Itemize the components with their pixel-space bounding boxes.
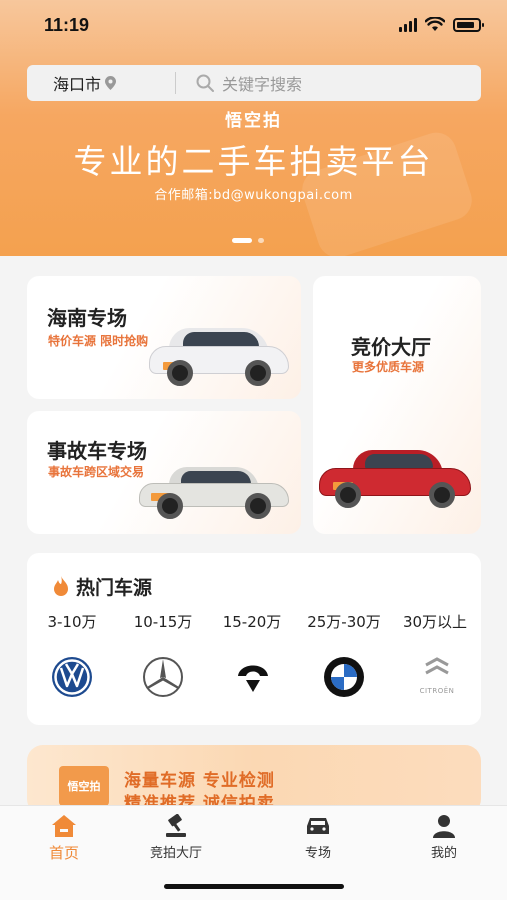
tab-home-label: 首页: [48, 844, 79, 862]
bmw-logo[interactable]: [323, 656, 365, 698]
home-icon: [52, 815, 76, 837]
red-sedan-image: [319, 448, 471, 508]
accident-subtitle: 事故车跨区域交易: [48, 465, 145, 479]
promo-logo: 悟空拍: [59, 766, 109, 806]
tab-special-label: 专场: [304, 846, 331, 861]
status-icons: [399, 17, 484, 32]
silver-sedan-image: [139, 463, 289, 519]
banner-title: 专业的二手车拍卖平台: [73, 142, 434, 181]
hot-cars-title: 热门车源: [76, 577, 153, 599]
tab-home[interactable]: 首页: [14, 814, 114, 863]
carousel-dot-active: [232, 238, 252, 243]
bidding-subtitle: 更多优质车源: [352, 360, 425, 374]
tab-mine[interactable]: 我的: [394, 814, 494, 861]
white-suv-image: [149, 326, 289, 386]
carousel-dot: [258, 238, 264, 243]
volkswagen-logo[interactable]: [51, 656, 93, 698]
carousel-indicator: [232, 238, 264, 243]
banner-subtitle: 合作邮箱:bd@wukongpai.com: [154, 188, 353, 203]
tab-special[interactable]: 专场: [268, 814, 368, 861]
bidding-title: 竞价大厅: [351, 335, 431, 359]
hainan-title: 海南专场: [47, 306, 127, 330]
nio-logo[interactable]: [232, 656, 274, 698]
city-selector[interactable]: 海口市: [27, 71, 147, 95]
search-bar: 海口市 关键字搜索: [27, 65, 481, 101]
city-label: 海口市: [53, 75, 102, 94]
tab-bidding-hall-label: 竞拍大厅: [149, 846, 202, 861]
price-filter-25-30[interactable]: 25万-30万: [298, 611, 390, 632]
user-icon: [433, 815, 455, 838]
search-input[interactable]: 关键字搜索: [196, 71, 302, 95]
gavel-icon: [166, 814, 186, 837]
price-filter-3-10[interactable]: 3-10万: [41, 611, 103, 632]
flame-icon: [54, 576, 68, 596]
accident-title: 事故车专场: [47, 439, 147, 463]
citroen-logo[interactable]: CITROËN: [412, 656, 462, 697]
citroen-chevrons-icon: [425, 657, 449, 675]
status-bar: 11:19: [0, 0, 507, 52]
banner-brand: 悟空拍: [225, 111, 282, 131]
wifi-icon: [425, 17, 445, 31]
price-filter-10-15[interactable]: 10-15万: [130, 611, 196, 632]
search-placeholder: 关键字搜索: [222, 75, 303, 94]
car-icon: [307, 818, 329, 834]
promo-line-1: 海量车源 专业检测: [124, 771, 275, 791]
price-filter-30-plus[interactable]: 30万以上: [397, 611, 473, 632]
bidding-hall-card[interactable]: [313, 276, 481, 534]
location-pin-icon: [105, 76, 117, 90]
mercedes-benz-logo[interactable]: [142, 656, 184, 698]
price-filter-15-20[interactable]: 15-20万: [219, 611, 285, 632]
citroen-wordmark: CITROËN: [419, 687, 455, 695]
battery-icon: [453, 17, 484, 32]
hainan-subtitle: 特价车源 限时抢购: [48, 334, 149, 348]
home-indicator: [164, 884, 344, 889]
tab-bidding-hall[interactable]: 竞拍大厅: [126, 814, 226, 861]
signal-icon: [399, 17, 417, 32]
tab-mine-label: 我的: [430, 846, 457, 861]
search-icon: [196, 74, 214, 92]
search-divider: [175, 72, 176, 94]
status-time: 11:19: [44, 15, 90, 35]
